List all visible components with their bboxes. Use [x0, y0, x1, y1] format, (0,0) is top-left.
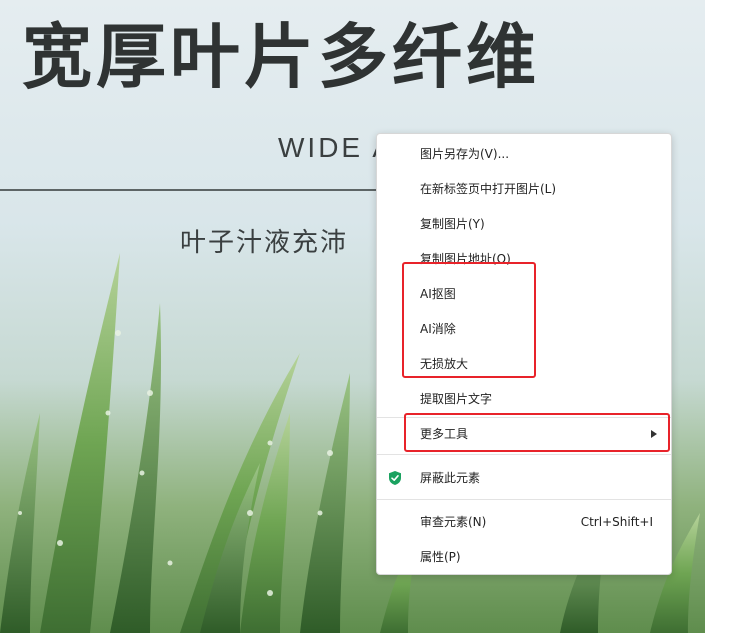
menu-item-copy-image-address[interactable]: 复制图片地址(O) — [377, 241, 671, 276]
menu-item-label: 审查元素(N) — [420, 515, 487, 529]
menu-item-shortcut: Ctrl+Shift+I — [580, 514, 653, 529]
menu-item-label: 图片另存为(V)... — [420, 147, 510, 161]
menu-item-label: AI抠图 — [420, 287, 456, 301]
menu-item-label: 更多工具 — [420, 427, 469, 441]
triangle-right-icon — [651, 429, 657, 438]
page-background — [705, 0, 748, 633]
menu-item-ai-cutout[interactable]: AI抠图 — [377, 276, 671, 311]
menu-item-properties[interactable]: 属性(P) — [377, 539, 671, 574]
menu-item-copy-image[interactable]: 复制图片(Y) — [377, 206, 671, 241]
menu-item-inspect-element[interactable]: 审查元素(N) Ctrl+Shift+I — [377, 504, 671, 539]
banner-divider — [0, 189, 380, 191]
context-menu: 图片另存为(V)... 在新标签页中打开图片(L) 复制图片(Y) 复制图片地址… — [376, 133, 672, 575]
menu-item-label: 屏蔽此元素 — [420, 471, 481, 485]
menu-item-ai-erase[interactable]: AI消除 — [377, 311, 671, 346]
menu-item-label: 复制图片(Y) — [420, 217, 485, 231]
menu-item-label: 提取图片文字 — [420, 392, 493, 406]
menu-item-extract-image-text[interactable]: 提取图片文字 — [377, 381, 671, 416]
menu-item-label: 无损放大 — [420, 357, 469, 371]
menu-item-save-image-as[interactable]: 图片另存为(V)... — [377, 136, 671, 171]
shield-icon — [389, 470, 401, 485]
menu-separator — [377, 454, 671, 455]
banner-tagline: 叶子汁液充沛 — [180, 228, 349, 258]
menu-item-lossless-upscale[interactable]: 无损放大 — [377, 346, 671, 381]
menu-separator — [377, 499, 671, 500]
menu-item-label: 在新标签页中打开图片(L) — [420, 182, 557, 196]
menu-item-open-image-new-tab[interactable]: 在新标签页中打开图片(L) — [377, 171, 671, 206]
menu-item-block-element[interactable]: 屏蔽此元素 — [377, 460, 671, 495]
menu-item-label: AI消除 — [420, 322, 456, 336]
menu-item-label: 属性(P) — [420, 550, 461, 564]
banner-headline: 宽厚叶片多纤维 — [22, 16, 540, 98]
menu-item-more-tools[interactable]: 更多工具 — [377, 416, 671, 451]
screenshot-root: 宽厚叶片多纤维 WIDE A 叶子汁液充沛 图片另存为(V)... 在新标签页中… — [0, 0, 748, 633]
menu-item-label: 复制图片地址(O) — [420, 252, 511, 266]
